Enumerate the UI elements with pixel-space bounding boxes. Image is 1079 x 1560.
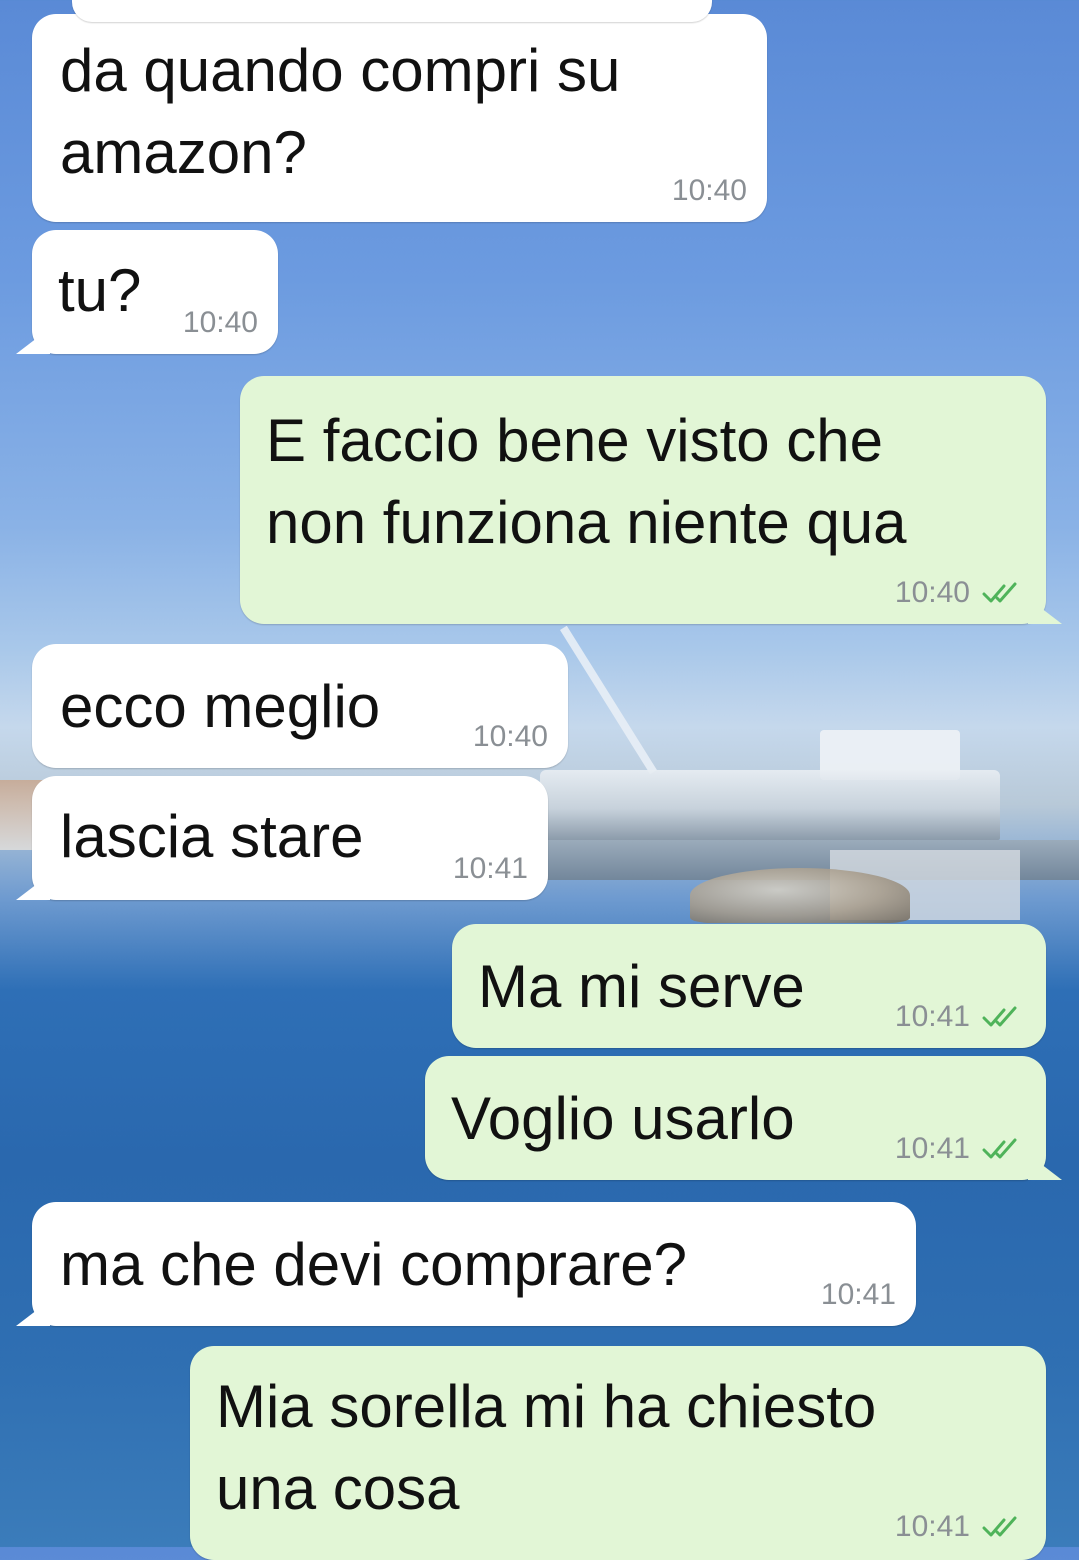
double-check-icon xyxy=(982,1138,1017,1159)
message-incoming[interactable]: tu? 10:40 xyxy=(32,230,278,354)
message-outgoing[interactable]: Voglio usarlo 10:41 xyxy=(425,1056,1046,1180)
message-time: 10:41 xyxy=(894,1000,970,1033)
message-incoming[interactable]: ma che devi comprare? 10:41 xyxy=(32,1202,916,1326)
message-line: Voglio usarlo xyxy=(451,1085,795,1152)
message-time: 10:40 xyxy=(182,306,258,339)
message-meta: 10:40 xyxy=(473,720,548,754)
message-text: da quando compri su amazon? xyxy=(60,30,620,194)
message-line: non funziona niente qua xyxy=(266,489,907,556)
message-time: 10:40 xyxy=(671,174,747,207)
message-incoming[interactable]: da quando compri su amazon? 10:40 xyxy=(32,0,767,222)
previous-message-edge xyxy=(72,0,712,22)
message-outgoing[interactable]: Ma mi serve 10:41 xyxy=(452,924,1046,1048)
message-line: Ma mi serve xyxy=(478,953,805,1020)
message-meta: 10:41 xyxy=(821,1278,896,1312)
message-time: 10:41 xyxy=(820,1278,896,1311)
message-time: 10:41 xyxy=(894,1510,970,1543)
message-list[interactable]: da quando compri su amazon? 10:40 tu? 10… xyxy=(0,0,1079,1560)
message-line: amazon? xyxy=(60,119,307,186)
message-line: da quando compri su xyxy=(60,37,621,104)
message-line: una cosa xyxy=(216,1455,460,1522)
message-text: Voglio usarlo xyxy=(451,1078,795,1160)
message-text: tu? xyxy=(58,250,141,332)
double-check-icon xyxy=(982,1006,1017,1027)
message-meta: 10:40 xyxy=(895,576,1026,610)
message-text: ma che devi comprare? xyxy=(60,1224,687,1306)
message-text: lascia stare xyxy=(60,796,363,878)
message-incoming[interactable]: lascia stare 10:41 xyxy=(32,776,548,900)
message-meta: 10:41 xyxy=(895,1132,1026,1166)
message-outgoing[interactable]: Mia sorella mi ha chiesto una cosa 10:41 xyxy=(190,1346,1046,1560)
message-time: 10:41 xyxy=(452,852,528,885)
message-text: Ma mi serve xyxy=(478,946,805,1028)
message-text: E faccio bene visto che non funziona nie… xyxy=(266,400,907,564)
message-meta: 10:40 xyxy=(672,174,747,208)
message-text: Mia sorella mi ha chiesto una cosa xyxy=(216,1366,876,1530)
message-time: 10:41 xyxy=(894,1132,970,1165)
message-line: tu? xyxy=(58,257,142,324)
message-outgoing[interactable]: E faccio bene visto che non funziona nie… xyxy=(240,376,1046,624)
message-time: 10:40 xyxy=(472,720,548,753)
message-meta: 10:41 xyxy=(453,852,528,886)
message-time: 10:40 xyxy=(894,576,970,609)
message-line: E faccio bene visto che xyxy=(266,407,884,474)
message-line: ma che devi comprare? xyxy=(60,1231,687,1298)
message-line: lascia stare xyxy=(60,803,364,870)
message-line: ecco meglio xyxy=(60,673,381,740)
message-line: Mia sorella mi ha chiesto xyxy=(216,1373,877,1440)
message-text: ecco meglio xyxy=(60,666,380,748)
double-check-icon xyxy=(982,582,1017,603)
message-meta: 10:41 xyxy=(895,1510,1026,1544)
message-meta: 10:40 xyxy=(183,306,258,340)
double-check-icon xyxy=(982,1516,1017,1537)
message-meta: 10:41 xyxy=(895,1000,1026,1034)
message-incoming[interactable]: ecco meglio 10:40 xyxy=(32,644,568,768)
